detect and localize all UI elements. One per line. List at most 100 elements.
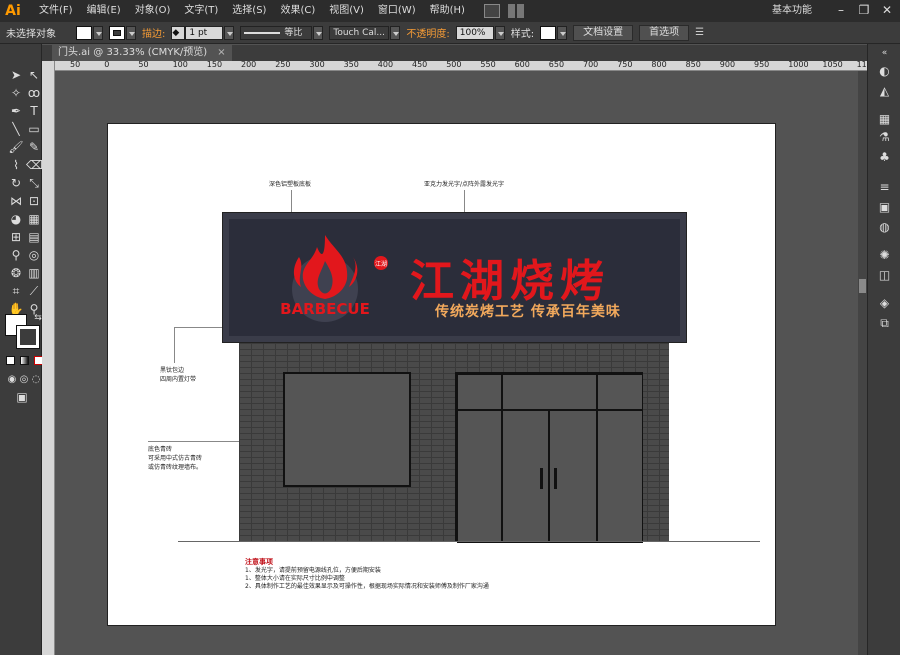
transom-panel xyxy=(502,374,597,410)
signboard[interactable]: 江湖 BARBECUE 江湖烧烤 传统炭烤工艺 传承百年美味 xyxy=(222,212,687,343)
menu-file[interactable]: 文件(F) xyxy=(32,0,80,22)
style-control[interactable] xyxy=(540,25,568,40)
scale-tool-icon[interactable]: ⤡ xyxy=(26,176,42,190)
gradient-panel-icon[interactable]: ▣ xyxy=(877,200,892,215)
storefront-door-frame[interactable] xyxy=(455,372,643,543)
pencil-icon[interactable]: ✎ xyxy=(26,140,42,154)
workspace-switcher[interactable]: 基本功能 xyxy=(772,0,812,22)
document-setup-button[interactable]: 文档设置 xyxy=(573,24,634,41)
fill-swatch[interactable] xyxy=(76,25,92,40)
chevron-down-icon[interactable] xyxy=(557,25,568,40)
paintbrush-icon[interactable]: 🖌 xyxy=(8,140,24,154)
type-tool-icon[interactable]: T xyxy=(26,104,42,118)
menu-edit[interactable]: 编辑(E) xyxy=(80,0,128,22)
color-panel-icon[interactable]: ◐ xyxy=(877,64,892,79)
swatches-panel-icon[interactable]: ▦ xyxy=(877,112,892,127)
stroke-profile-select[interactable]: 等比 xyxy=(240,25,324,40)
eyedropper-icon[interactable]: ⚲ xyxy=(8,248,24,262)
menu-effect[interactable]: 效果(C) xyxy=(273,0,322,22)
brush-select[interactable]: Touch Cal... xyxy=(329,25,401,40)
graph-tool-icon[interactable]: ▥ xyxy=(26,266,42,280)
close-tab-icon[interactable]: × xyxy=(217,47,225,58)
stroke-label[interactable]: 描边: xyxy=(142,25,165,40)
stroke-weight-field[interactable]: ◆ 1 pt xyxy=(171,25,235,40)
line-tool-icon[interactable]: ╲ xyxy=(8,122,24,136)
collapse-panels-icon[interactable]: « xyxy=(877,46,892,61)
stroke-panel-icon[interactable]: ≡ xyxy=(877,180,892,195)
lasso-icon[interactable]: ꝏ xyxy=(26,86,42,100)
shape-builder-icon[interactable]: ◕ xyxy=(8,212,24,226)
menu-help[interactable]: 帮助(H) xyxy=(423,0,472,22)
scrollbar-thumb[interactable] xyxy=(859,279,866,293)
gradient-tool-icon[interactable]: ▤ xyxy=(26,230,42,244)
stroke-swatch[interactable] xyxy=(109,25,125,40)
opacity-value[interactable]: 100% xyxy=(455,25,494,40)
chevron-down-icon[interactable] xyxy=(126,25,136,40)
restore-icon[interactable]: ❐ xyxy=(857,3,871,17)
stroke-weight-value[interactable]: 1 pt xyxy=(185,25,224,40)
storefront-window[interactable] xyxy=(283,372,411,487)
appearance-panel-icon[interactable]: ✺ xyxy=(877,248,892,263)
symbol-sprayer-icon[interactable]: ❂ xyxy=(8,266,24,280)
minimize-icon[interactable]: – xyxy=(834,3,848,17)
opacity-label[interactable]: 不透明度: xyxy=(406,25,449,40)
perspective-grid-icon[interactable]: ▦ xyxy=(26,212,42,226)
transom-panel xyxy=(457,374,502,410)
ruler-tick-label: 900 xyxy=(719,61,736,69)
fill-control[interactable] xyxy=(76,25,103,40)
color-mode-icon[interactable] xyxy=(6,356,15,365)
ruler-tick-label: 250 xyxy=(275,61,291,69)
pen-tool-icon[interactable]: ✒ xyxy=(8,104,24,118)
style-swatch[interactable] xyxy=(540,25,557,40)
free-transform-icon[interactable]: ⊡ xyxy=(26,194,42,208)
horizontal-ruler[interactable]: 50 0 50 100 150 200 250 300 350 400 450 500 550 600 65… xyxy=(55,61,867,71)
chevron-down-icon[interactable] xyxy=(313,25,324,40)
rectangle-tool-icon[interactable]: ▭ xyxy=(26,122,42,136)
rotate-tool-icon[interactable]: ↻ xyxy=(8,176,24,190)
layers-panel-icon[interactable]: ◈ xyxy=(877,296,892,311)
gradient-mode-icon[interactable] xyxy=(20,356,29,365)
stroke-profile-label: 等比 xyxy=(284,27,303,38)
blob-brush-icon[interactable]: ⌇ xyxy=(8,158,24,172)
close-icon[interactable]: ✕ xyxy=(880,3,894,17)
menu-object[interactable]: 对象(O) xyxy=(128,0,178,22)
screen-mode-icon[interactable]: ▣ xyxy=(14,390,30,404)
graphic-styles-icon[interactable]: ◫ xyxy=(877,268,892,283)
eraser-icon[interactable]: ⌫ xyxy=(26,158,43,172)
lettering-note: 亚克力发光字/点阵外露发光字 xyxy=(424,181,505,188)
preferences-button[interactable]: 首选项 xyxy=(639,24,690,41)
document-tab[interactable]: 门头.ai @ 33.33% (CMYK/预览) × xyxy=(52,45,232,61)
ruler-tick-label: 650 xyxy=(548,61,565,69)
magic-wand-icon[interactable]: ✧ xyxy=(8,86,24,100)
selection-tool-icon[interactable]: ➤ xyxy=(8,68,24,82)
vertical-ruler[interactable] xyxy=(42,61,55,655)
chevron-down-icon[interactable] xyxy=(224,25,235,40)
direct-selection-tool-icon[interactable]: ↖ xyxy=(26,68,42,82)
menu-select[interactable]: 选择(S) xyxy=(225,0,273,22)
ruler-tick-label: 600 xyxy=(514,61,530,69)
artboard-tool-icon[interactable]: ⌗ xyxy=(8,284,24,298)
stroke-color-box[interactable] xyxy=(16,325,40,349)
transparency-panel-icon[interactable]: ◍ xyxy=(877,220,892,235)
artboard[interactable]: 深色铝塑板底板 亚克力发光字/点阵外露发光字 黑钛包边 四周内置灯带 底色青砖 … xyxy=(107,123,776,626)
menu-view[interactable]: 视图(V) xyxy=(322,0,371,22)
color-guide-icon[interactable]: ◭ xyxy=(877,84,892,99)
width-tool-icon[interactable]: ⋈ xyxy=(8,194,24,208)
opacity-field[interactable]: 100% xyxy=(455,25,505,40)
artboards-panel-icon[interactable]: ⧉ xyxy=(877,316,892,331)
stroke-control[interactable] xyxy=(109,25,136,40)
align-options-icon[interactable]: ☰ xyxy=(695,27,704,38)
chevron-right-icon[interactable] xyxy=(494,25,505,40)
symbols-panel-icon[interactable]: ♣ xyxy=(877,150,892,165)
chevron-down-icon[interactable] xyxy=(390,25,401,40)
slice-tool-icon[interactable]: ⟋ xyxy=(26,284,42,298)
vertical-scrollbar[interactable] xyxy=(858,71,867,655)
menu-window[interactable]: 窗口(W) xyxy=(371,0,423,22)
arrange-documents-icon[interactable] xyxy=(507,4,524,18)
blend-tool-icon[interactable]: ◎ xyxy=(26,248,42,262)
bridge-icon[interactable] xyxy=(483,4,500,18)
menu-type[interactable]: 文字(T) xyxy=(177,0,225,22)
mesh-tool-icon[interactable]: ⊞ xyxy=(8,230,24,244)
chevron-down-icon[interactable] xyxy=(93,25,103,40)
brushes-panel-icon[interactable]: ⚗ xyxy=(877,130,892,145)
